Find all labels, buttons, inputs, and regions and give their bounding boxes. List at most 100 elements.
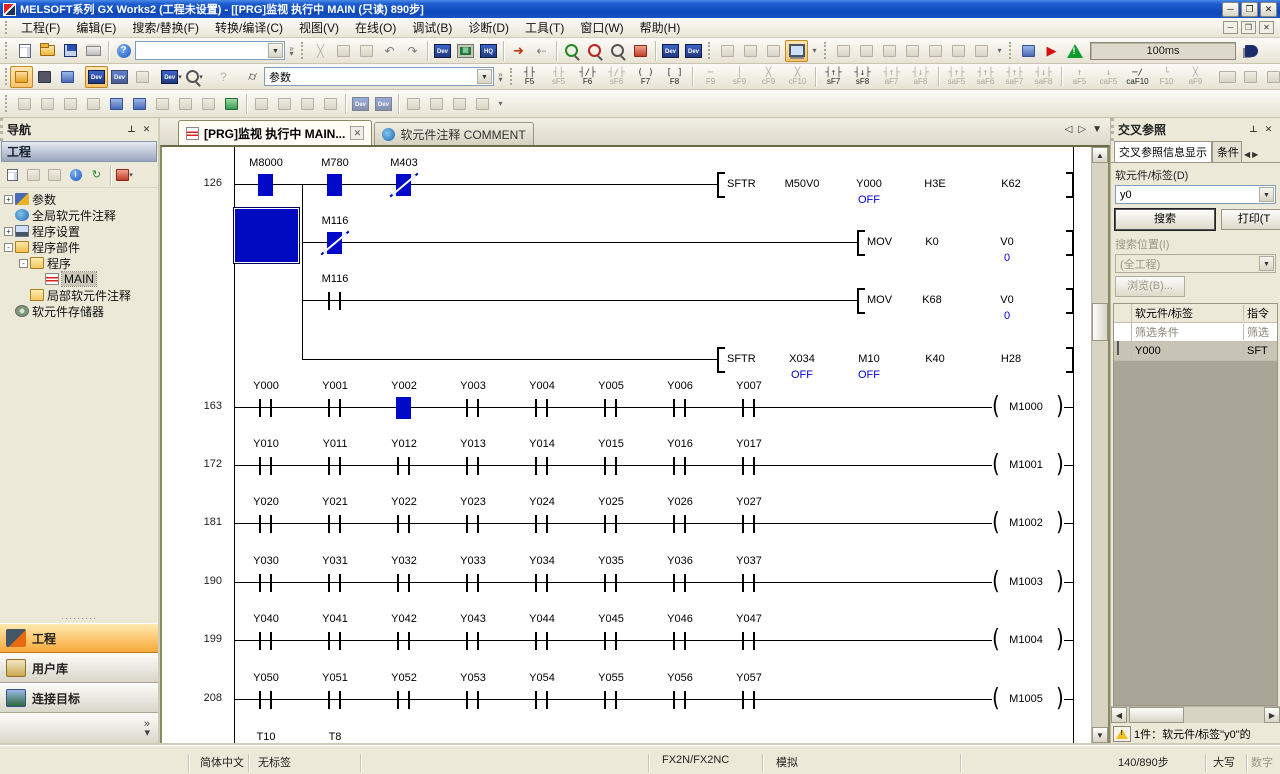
tree-expander-icon[interactable]: -	[19, 259, 28, 268]
tree-item-参数[interactable]: +参数	[2, 191, 158, 207]
search-gray-icon[interactable]	[606, 40, 629, 62]
close-panel-icon[interactable]: ✕	[139, 123, 154, 137]
xref-scroll-thumb[interactable]	[1129, 707, 1184, 723]
cut-icon[interactable]: ╳	[309, 40, 332, 62]
monitor-stop-icon[interactable]	[273, 93, 296, 115]
hint-icon[interactable]: ?	[212, 66, 235, 88]
contact-Y043[interactable]	[462, 629, 484, 653]
contact-Y015[interactable]	[600, 454, 622, 478]
coil-label[interactable]: M1001	[996, 459, 1056, 471]
operand[interactable]: H28	[976, 353, 1046, 365]
window-tile-icon[interactable]	[739, 40, 762, 62]
jump-icon[interactable]: ➜	[507, 40, 530, 62]
contact-Y022[interactable]	[393, 512, 415, 536]
contact-Y030[interactable]	[255, 571, 277, 595]
ladder-key-F7[interactable]: ( )F7	[631, 65, 660, 88]
toolbar-overflow-icon[interactable]: »▾	[285, 40, 298, 62]
operand[interactable]: K40	[900, 353, 970, 365]
partial-run-icon[interactable]	[924, 40, 947, 62]
mdi-restore-button[interactable]: ❐	[1241, 21, 1256, 34]
ladder-key-F5[interactable]: ┤├F5	[515, 65, 544, 88]
ladder-key-cF9[interactable]: ╳cF9	[754, 65, 783, 88]
xref-tab-info[interactable]: 交叉参照信息显示	[1114, 141, 1212, 162]
contact-Y046[interactable]	[669, 629, 691, 653]
ladder-key-sF7[interactable]: ┤↑├sF7	[819, 65, 848, 88]
xref-search-button[interactable]: 搜索	[1115, 209, 1215, 230]
edit-cursor[interactable]	[233, 207, 300, 264]
cross-ref-icon[interactable]	[629, 40, 652, 62]
ladder-key-sF8[interactable]: ┤↓├sF8	[848, 65, 877, 88]
contact-Y014[interactable]	[531, 454, 553, 478]
copy-icon[interactable]	[332, 40, 355, 62]
xref-device-combobox[interactable]: y0 ▼	[1115, 185, 1276, 204]
tree-expander-icon[interactable]: -	[4, 243, 13, 252]
contact-Y000[interactable]	[255, 396, 277, 420]
xref-filter-row[interactable]: 筛选条件 筛选	[1114, 323, 1277, 342]
simulation-start-icon[interactable]: ▶	[1040, 40, 1063, 62]
device-display-dropdown-icon[interactable]: Dev▾	[160, 66, 183, 88]
menu-item-8[interactable]: 工具(T)	[517, 17, 572, 38]
find-target-combobox[interactable]: 参数▼	[264, 67, 494, 86]
device-batch-icon[interactable]: Dev	[682, 40, 705, 62]
tab-device-comment[interactable]: 软元件注释 COMMENT	[374, 122, 533, 145]
contact-Y033[interactable]	[462, 571, 484, 595]
undo-icon[interactable]: ↶	[378, 40, 401, 62]
combo-dropdown-icon[interactable]: ▼	[268, 43, 283, 58]
insert-row-icon[interactable]	[13, 93, 36, 115]
watch-list-icon[interactable]	[319, 93, 342, 115]
open-project-icon[interactable]	[36, 40, 59, 62]
ladder-key-caF5[interactable]: ↓caF5	[1094, 65, 1123, 88]
device-monitor2-icon[interactable]: Dev	[372, 93, 395, 115]
contact-Y053[interactable]	[462, 688, 484, 712]
contact-Y050[interactable]	[255, 688, 277, 712]
xref-pin-icon[interactable]: ⊥	[1246, 123, 1261, 137]
find-binocular-icon[interactable]: ⌭	[241, 66, 264, 88]
xref-tab-right-icon[interactable]: ▶	[1252, 150, 1258, 159]
jump-back-icon[interactable]: ⇠	[530, 40, 553, 62]
ladder-key-F10[interactable]: └F10	[1152, 65, 1181, 88]
menu-item-0[interactable]: 工程(F)	[13, 17, 68, 38]
doc-gen-icon[interactable]	[174, 93, 197, 115]
redo-icon[interactable]: ↷	[401, 40, 424, 62]
nav-refresh-icon[interactable]: ↻	[86, 165, 107, 185]
contact-Y036[interactable]	[669, 571, 691, 595]
contact-Y020[interactable]	[255, 512, 277, 536]
tab-scroll-right-icon[interactable]: ▷	[1078, 124, 1086, 135]
contact-Y005[interactable]	[600, 396, 622, 420]
step-break-icon[interactable]	[878, 40, 901, 62]
contact-Y054[interactable]	[531, 688, 553, 712]
scroll-track[interactable]	[1092, 163, 1108, 727]
contact-Y017[interactable]	[738, 454, 760, 478]
contact-M780[interactable]	[324, 173, 346, 197]
tab-list-icon[interactable]: ▼	[1092, 124, 1102, 135]
ladder-key-saF8[interactable]: ┤↓├saF8	[1029, 65, 1058, 88]
pin-icon[interactable]: ⊥	[124, 123, 139, 137]
xref-filter-instruction[interactable]: 筛选	[1244, 324, 1277, 340]
contact-Y035[interactable]	[600, 571, 622, 595]
menu-item-7[interactable]: 诊断(D)	[460, 17, 517, 38]
step-stop-icon[interactable]	[855, 40, 878, 62]
coil-label[interactable]: M1003	[996, 576, 1056, 588]
search-red-icon[interactable]	[583, 40, 606, 62]
tab-prg-monitor-main[interactable]: [PRG]监视 执行中 MAIN... ✕	[178, 120, 372, 145]
new-project-icon[interactable]	[13, 40, 36, 62]
tree-item-程序[interactable]: -程序	[2, 255, 158, 271]
coil-label[interactable]: M1004	[996, 634, 1056, 646]
menu-item-1[interactable]: 编辑(E)	[68, 17, 124, 38]
xref-scroll-right-icon[interactable]: ▶	[1264, 707, 1280, 723]
list-view-icon[interactable]	[56, 66, 79, 88]
device-monitor1-icon[interactable]: Dev	[349, 93, 372, 115]
contact-Y031[interactable]	[324, 571, 346, 595]
device-display-icon[interactable]: ▦	[454, 40, 477, 62]
operand[interactable]: H3E	[900, 178, 970, 190]
contact-Y003[interactable]	[462, 396, 484, 420]
chip-write-icon[interactable]	[128, 93, 151, 115]
xref-device-dropdown-icon[interactable]: ▼	[1259, 187, 1274, 202]
window-cascade-icon[interactable]	[716, 40, 739, 62]
operand[interactable]: V0	[972, 294, 1042, 306]
device-gray-icon[interactable]	[131, 66, 154, 88]
xref-scroll-left-icon[interactable]: ◀	[1111, 707, 1127, 723]
ladder-key-sF5[interactable]: ┤├sF5	[544, 65, 573, 88]
step-run-icon[interactable]	[832, 40, 855, 62]
ladder-key-sF6[interactable]: ┤/├sF6	[602, 65, 631, 88]
